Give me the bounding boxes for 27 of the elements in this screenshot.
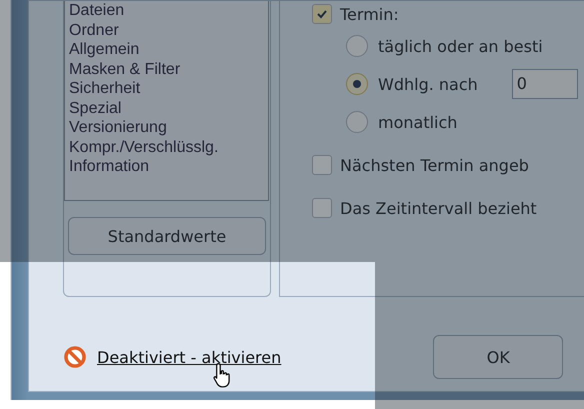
- schedule-label: Termin:: [340, 4, 399, 24]
- category-item[interactable]: Kompr./Verschlüsslg.: [69, 138, 264, 157]
- interval-field[interactable]: 0: [512, 69, 578, 99]
- category-item[interactable]: Masken & Filter: [69, 60, 264, 79]
- category-item[interactable]: Ordner: [69, 20, 264, 40]
- category-item[interactable]: Allgemein: [69, 40, 264, 60]
- option-label: täglich oder an besti: [378, 36, 543, 56]
- radio-button[interactable]: [346, 73, 368, 95]
- category-item[interactable]: Versionierung: [69, 118, 264, 138]
- activate-link[interactable]: Deaktiviert - aktivieren: [97, 348, 282, 366]
- checkbox-label: Das Zeitintervall bezieht: [340, 198, 537, 218]
- checkbox[interactable]: [312, 198, 332, 218]
- category-item[interactable]: Information: [69, 157, 264, 176]
- checkbox[interactable]: [312, 4, 332, 24]
- checkbox[interactable]: [312, 155, 332, 175]
- hand-cursor-icon: [212, 362, 232, 388]
- defaults-button[interactable]: Standardwerte: [68, 217, 266, 255]
- category-item[interactable]: Dateien: [69, 1, 264, 20]
- ok-button[interactable]: OK: [433, 335, 564, 379]
- prohibited-icon: [63, 345, 87, 369]
- option-label: Wdhlg. nach: [378, 74, 478, 94]
- radio-button[interactable]: [346, 35, 368, 57]
- radio-button[interactable]: [346, 111, 368, 133]
- category-item[interactable]: Sicherheit: [69, 79, 264, 98]
- checkbox-label: Nächsten Termin angeb: [340, 156, 529, 174]
- category-item[interactable]: Spezial: [69, 98, 264, 118]
- option-label: monatlich: [378, 112, 458, 132]
